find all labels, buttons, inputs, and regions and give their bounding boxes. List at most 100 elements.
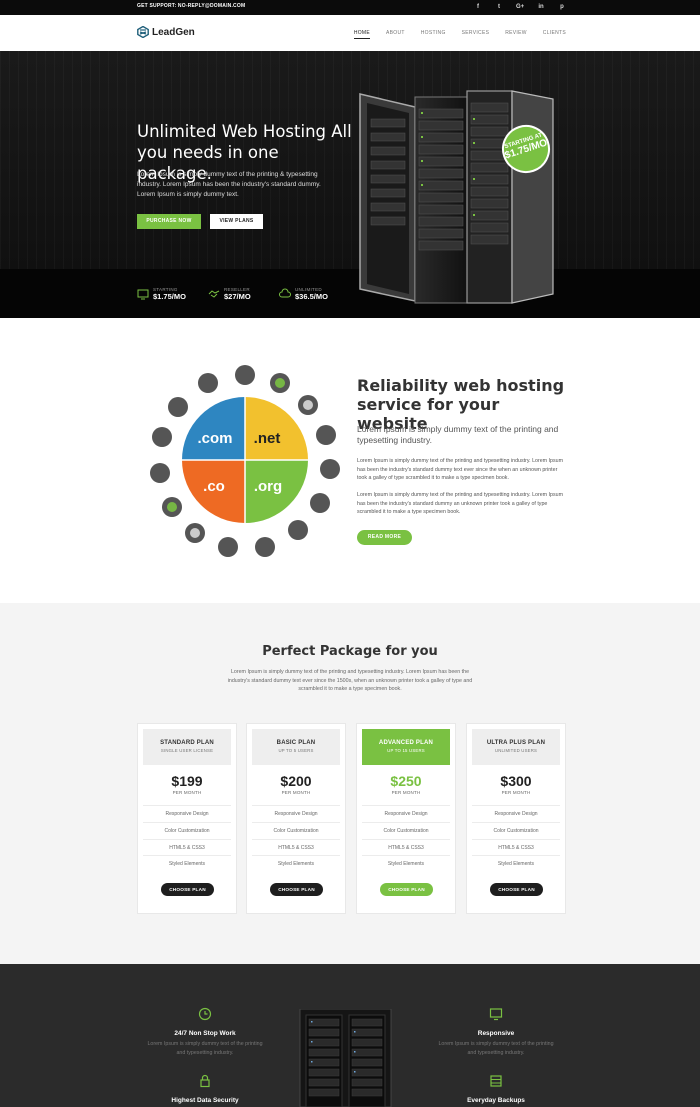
domain-co: .co [203, 478, 225, 495]
monitor-icon [137, 289, 149, 300]
plan-feature: Styled Elements [252, 855, 340, 871]
domain-com: .com [197, 430, 232, 447]
domain-table-image: .com .net .co .org [150, 365, 340, 557]
cloud-icon [279, 288, 291, 298]
twitter-icon[interactable]: t [495, 3, 503, 11]
plan-name: BASIC PLAN [276, 740, 316, 746]
support-email[interactable]: GET SUPPORT: NO-REPLY@DOMAIN.COM [137, 3, 245, 9]
feature-title: Everyday Backups [467, 1097, 525, 1104]
plan-period: PER MONTH [391, 790, 421, 795]
server-rack-image [359, 90, 554, 304]
nav-item-clients[interactable]: CLIENTS [543, 30, 566, 39]
reliability-lead: Lorem Ipsum is simply dummy text of the … [357, 424, 559, 445]
plan-feature: HTML5 & CSS3 [362, 839, 450, 855]
lock-icon [200, 1074, 210, 1088]
plan-feature: Responsive Design [472, 805, 560, 821]
features-section: 24/7 Non Stop Work Lorem Ipsum is simply… [0, 964, 700, 1107]
pricing-description: Lorem Ipsum is simply dummy text of the … [227, 669, 473, 692]
feature-title: Highest Data Security [171, 1097, 239, 1104]
plan-period: PER MONTH [501, 790, 531, 795]
main-nav: LeadGen HOME ABOUT HOSTING SERVICES REVI… [0, 15, 700, 51]
plan-header: ULTRA PLUS PLAN UNLIMITED USERS [472, 729, 560, 765]
google-plus-icon[interactable]: G+ [516, 3, 524, 11]
linkedin-icon[interactable]: in [537, 3, 545, 11]
logo[interactable]: LeadGen [137, 26, 195, 38]
plan-name: STANDARD PLAN [160, 740, 214, 746]
plan-price: $300 [500, 773, 532, 789]
plan-price: $199 [171, 773, 203, 789]
choose-plan-button[interactable]: CHOOSE PLAN [490, 883, 543, 896]
plan-feature: Color Customization [143, 822, 231, 838]
stat-starting: STARTING $1.75/MO [137, 287, 186, 301]
plan-feature: Responsive Design [143, 805, 231, 821]
feature-responsive: Responsive Lorem Ipsum is simply dummy t… [436, 1007, 556, 1057]
plan-feature: Styled Elements [472, 855, 560, 871]
plan-feature: Styled Elements [362, 855, 450, 871]
feature-title: Responsive [477, 1030, 515, 1037]
plan-feature: HTML5 & CSS3 [252, 839, 340, 855]
plan-feature: Color Customization [362, 822, 450, 838]
nav-menu: HOME ABOUT HOSTING SERVICES REVIEW CLIEN… [353, 30, 566, 39]
feature-security: Highest Data Security [145, 1074, 265, 1104]
plan-feature: Color Customization [472, 822, 560, 838]
nav-item-review[interactable]: REVIEW [505, 30, 527, 39]
feature-non-stop: 24/7 Non Stop Work Lorem Ipsum is simply… [145, 1007, 265, 1057]
choose-plan-button[interactable]: CHOOSE PLAN [161, 883, 214, 896]
clock-icon [198, 1007, 212, 1021]
reliability-paragraph-2: Lorem Ipsum is simply dummy text of the … [357, 492, 563, 515]
view-plans-button[interactable]: VIEW PLANS [210, 214, 263, 229]
nav-item-hosting[interactable]: HOSTING [421, 30, 446, 39]
facebook-icon[interactable]: f [474, 3, 482, 11]
plan-feature: Responsive Design [252, 805, 340, 821]
purchase-now-button[interactable]: PURCHASE NOW [137, 214, 201, 229]
stat-reseller: RESELLER $27/MO [208, 287, 251, 301]
plan-period: PER MONTH [281, 790, 311, 795]
plan-card-advanced: ADVANCED PLAN UP TO 15 USERS $250 PER MO… [356, 723, 456, 914]
read-more-button[interactable]: READ MORE [357, 530, 412, 545]
nav-item-about[interactable]: ABOUT [386, 30, 405, 39]
domain-org: .org [254, 478, 282, 495]
handshake-icon [208, 290, 220, 298]
plan-users: UP TO 5 USERS [278, 748, 314, 753]
stat-value: $36.5/MO [295, 292, 328, 301]
plan-card-ultra-plus: ULTRA PLUS PLAN UNLIMITED USERS $300 PER… [466, 723, 566, 914]
plan-card-standard: STANDARD PLAN SINGLE USER LICENSE $199 P… [137, 723, 237, 914]
choose-plan-button[interactable]: CHOOSE PLAN [270, 883, 323, 896]
stat-value: $27/MO [224, 292, 251, 301]
feature-desc: Lorem Ipsum is simply dummy text of the … [438, 1041, 554, 1056]
feature-backups: Everyday Backups [436, 1074, 556, 1104]
plan-feature: HTML5 & CSS3 [143, 839, 231, 855]
plan-feature: Responsive Design [362, 805, 450, 821]
hero-section: Unlimited Web Hosting All you needs in o… [0, 51, 700, 318]
pricing-section: Perfect Package for you Lorem Ipsum is s… [0, 603, 700, 964]
plan-price: $250 [390, 773, 422, 789]
plan-users: UP TO 15 USERS [387, 748, 425, 753]
feature-desc: Lorem Ipsum is simply dummy text of the … [147, 1041, 263, 1056]
plan-feature: Styled Elements [143, 855, 231, 871]
plan-name: ULTRA PLUS PLAN [486, 740, 546, 746]
server-rack-image [299, 1009, 392, 1107]
logo-icon [137, 26, 149, 38]
nav-item-home[interactable]: HOME [353, 30, 371, 39]
plan-header: BASIC PLAN UP TO 5 USERS [252, 729, 340, 765]
plan-price: $200 [280, 773, 312, 789]
plan-feature: HTML5 & CSS3 [472, 839, 560, 855]
pinterest-icon[interactable]: p [558, 3, 566, 11]
plan-card-basic: BASIC PLAN UP TO 5 USERS $200 PER MONTH … [246, 723, 346, 914]
plan-users: UNLIMITED USERS [494, 748, 538, 753]
database-icon [490, 1075, 502, 1087]
plan-header: ADVANCED PLAN UP TO 15 USERS [362, 729, 450, 765]
plan-header: STANDARD PLAN SINGLE USER LICENSE [143, 729, 231, 765]
choose-plan-button[interactable]: CHOOSE PLAN [380, 883, 433, 896]
nav-item-services[interactable]: SERVICES [462, 30, 490, 39]
plan-name: ADVANCED PLAN [378, 740, 434, 746]
monitor-icon [489, 1008, 503, 1021]
stat-value: $1.75/MO [153, 292, 186, 301]
domain-net: .net [254, 430, 281, 447]
feature-title: 24/7 Non Stop Work [174, 1030, 236, 1037]
reliability-paragraph-1: Lorem Ipsum is simply dummy text of the … [357, 458, 563, 481]
hero-text: Lorem Ipsum is simply dummy text of the … [137, 171, 321, 198]
plan-users: SINGLE USER LICENSE [160, 748, 214, 753]
pricing-title: Perfect Package for you [262, 644, 438, 659]
social-links: f t G+ in p [474, 3, 566, 11]
